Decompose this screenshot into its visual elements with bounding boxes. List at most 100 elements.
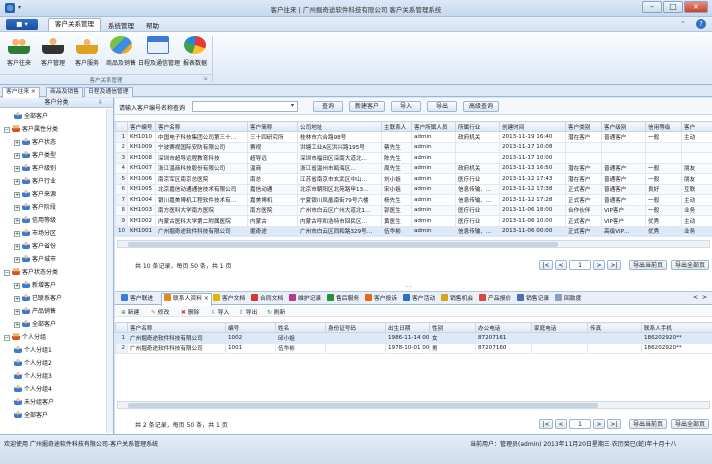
table-row[interactable]: 5 KH1006 南京军区南京总医院 南总 江苏省南京市玄武区中山… 刘小姐 admin 医疗… (115, 173, 712, 185)
collapse-icon[interactable]: − (4, 270, 10, 276)
column-header[interactable]: 编号 (225, 322, 276, 333)
column-header[interactable]: 性别 (429, 322, 476, 333)
table-row[interactable]: 8 KH1003 南方医科大学南方医院 南方医院 广州市白云区广州大道北1… 郭医生 adm… (115, 204, 712, 216)
tree-node[interactable]: 个人分组1 (14, 345, 52, 355)
import-button[interactable]: 导入 (391, 101, 421, 112)
column-header[interactable]: 联系人手机 (641, 322, 712, 333)
tree-node[interactable]: + 市场分区 (14, 228, 56, 238)
expand-icon[interactable]: + (14, 179, 20, 185)
tree-node[interactable]: + 客户城市 (14, 254, 56, 264)
advanced-query-button[interactable]: 高级查询 (463, 101, 499, 112)
column-header[interactable]: 客户名称 (155, 121, 248, 132)
collapse-icon[interactable]: − (4, 335, 10, 341)
contacts-prev-page-button[interactable]: < (555, 419, 567, 429)
detail-tab[interactable]: 销售记录 (515, 294, 551, 305)
tab-customer-contacts[interactable]: 客户往来 × (2, 87, 40, 98)
tree-node[interactable]: + 客户级别 (14, 163, 56, 173)
search-dropdown-icon[interactable]: ▾ (291, 102, 294, 109)
detail-tab[interactable]: 销售机会 (439, 294, 475, 305)
prev-page-button[interactable]: < (555, 260, 567, 270)
tree-node[interactable]: + 全部客户 (14, 319, 56, 329)
expand-icon[interactable]: + (14, 296, 20, 302)
column-header[interactable]: 身份证号码 (325, 322, 386, 333)
contacts-export-all-pages-button[interactable]: 导出全部页 (671, 419, 709, 429)
tree-scrollbar[interactable] (106, 109, 113, 433)
expand-icon[interactable]: + (14, 192, 20, 198)
tree-node[interactable]: 个人分组2 (14, 358, 52, 368)
tree-node[interactable]: + 客户状态 (14, 137, 56, 147)
column-header[interactable]: 客户类别 (565, 121, 602, 132)
search-input[interactable] (192, 101, 298, 112)
expand-icon[interactable]: + (14, 205, 20, 211)
tree-node[interactable]: + 已联系客户 (14, 293, 62, 303)
dialog-launcher-icon[interactable]: ⇲ (203, 76, 207, 82)
query-button[interactable]: 查询 (313, 101, 343, 112)
column-header[interactable]: 客户简称 (247, 121, 298, 132)
expand-icon[interactable]: + (14, 218, 20, 224)
tree-node[interactable]: − 客户状态分类 (4, 267, 58, 277)
import-contact-button[interactable]: ⇩ 导入 (211, 307, 229, 316)
splitter-grip[interactable]: .... (405, 282, 413, 289)
column-header[interactable]: 客户编号 (127, 121, 156, 132)
column-header[interactable]: 公司地址 (297, 121, 382, 132)
expand-icon[interactable]: + (14, 166, 20, 172)
expand-icon[interactable]: + (14, 231, 20, 237)
expand-icon[interactable]: + (14, 283, 20, 289)
table-row[interactable]: 2广州掘奇途软件科技有限公司1001伍华彬 1978-10-01 00…男8720… (115, 342, 712, 354)
tab-schedule[interactable]: 日程及通信管理 (84, 87, 133, 97)
column-header[interactable]: 信用等级 (645, 121, 682, 132)
ribbon-button-customer-contacts[interactable]: 客户往来 (2, 34, 36, 72)
expand-icon[interactable]: + (14, 257, 20, 263)
ribbon-button-reports[interactable]: 报表数据 (178, 34, 212, 72)
menu-customer-relations[interactable]: 客户关系管理 (48, 18, 101, 31)
tree-node[interactable]: + 客户类型 (14, 150, 56, 160)
detail-tab[interactable]: 产品报价 (477, 294, 513, 305)
tree-node[interactable]: + 信用等级 (14, 215, 56, 225)
table-row[interactable]: 2 KH1009 宁波赛视国际安防有限公司 赛视 洪塘工业A区洪兴路195号 蔡先生 adm… (115, 141, 712, 153)
tree-node[interactable]: − 客户属性分类 (4, 124, 58, 134)
tab-goods-sales[interactable]: 商品及销售 (46, 87, 83, 97)
collapse-icon[interactable]: − (4, 127, 10, 133)
tree-node[interactable]: 未分组客户 (14, 397, 54, 407)
tree-node[interactable]: + 产品销售 (14, 306, 56, 316)
detail-tab[interactable]: 客户联进 (119, 294, 155, 305)
ribbon-collapse-icon[interactable]: ⌃ (680, 20, 686, 28)
last-page-button[interactable]: >| (607, 260, 621, 270)
column-header[interactable]: 创建时间 (499, 121, 566, 132)
tree-node[interactable]: + 客户来源 (14, 189, 56, 199)
column-header[interactable]: 家庭电话 (531, 322, 588, 333)
contacts-page-number-input[interactable]: 1 (569, 419, 591, 429)
export-button[interactable]: 导出 (427, 101, 457, 112)
tree-node[interactable]: 个人分组4 (14, 384, 52, 394)
detail-tab[interactable]: 客户投诉 (363, 294, 399, 305)
detail-tab[interactable]: 维护记录 (287, 294, 323, 305)
expand-icon[interactable]: + (14, 153, 20, 159)
column-header[interactable]: 客户所属人员 (411, 121, 456, 132)
column-header[interactable]: 办公电话 (475, 322, 532, 333)
detail-tab[interactable]: 客户文档 (211, 294, 247, 305)
pin-icon[interactable]: ⇩ (98, 98, 103, 108)
column-header[interactable]: 出生日期 (385, 322, 430, 333)
detail-tab[interactable]: 售后服务 (325, 294, 361, 305)
maximize-icon[interactable]: □ (663, 1, 683, 13)
minimize-icon[interactable]: – (642, 1, 662, 13)
tab-scroll-left-icon[interactable]: < (693, 294, 698, 301)
edit-contact-button[interactable]: ✎ 修改 (151, 307, 169, 316)
column-header[interactable] (115, 322, 128, 333)
column-header[interactable]: 客户名称 (127, 322, 226, 333)
new-customer-button[interactable]: 新建客户 (349, 101, 385, 112)
delete-contact-button[interactable]: ✖ 删除 (181, 307, 199, 316)
close-icon[interactable]: × (684, 1, 708, 13)
tree-node[interactable]: + 客户省份 (14, 241, 56, 251)
tree-node[interactable]: + 新增客户 (14, 280, 56, 290)
contacts-table-hscrollbar[interactable] (117, 401, 710, 409)
tree-node[interactable]: + 客户阶段 (14, 202, 56, 212)
detail-tab[interactable]: 合同文档 (249, 294, 285, 305)
new-contact-button[interactable]: ⊕ 新建 (121, 307, 139, 316)
contacts-export-current-page-button[interactable]: 导出当前页 (629, 419, 667, 429)
tree-node[interactable]: 个人分组3 (14, 371, 52, 381)
refresh-contact-button[interactable]: ↻ 刷新 (267, 307, 285, 316)
table-row[interactable]: 1 KH1010 中国电子科技集团公司第三十… 三十四研究所 桂林市六合路98号 admi… (115, 131, 712, 143)
ribbon-button-goods-sales[interactable]: 商品及销售 (104, 34, 138, 72)
column-header[interactable]: 所属行业 (455, 121, 500, 132)
